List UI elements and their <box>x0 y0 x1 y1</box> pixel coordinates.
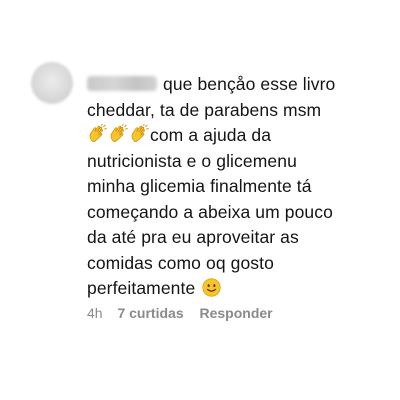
username-blurred[interactable] <box>87 76 157 91</box>
comment-text: que bençåo esse livro cheddar, ta de par… <box>87 72 387 302</box>
comment-line: começando a abeixa um pouco <box>87 201 333 222</box>
smiling-face-icon <box>202 278 221 297</box>
comment-line: comidas como oq gosto <box>87 252 274 273</box>
comment: que bençåo esse livro cheddar, ta de par… <box>0 0 400 400</box>
clapping-hands-icon <box>129 124 150 144</box>
likes-count-link[interactable]: 7 curtidas <box>117 305 183 321</box>
clapping-hands-icon <box>108 124 129 144</box>
reply-button[interactable]: Responder <box>200 305 273 321</box>
comment-line: da até pra eu aproveitar as <box>87 227 299 247</box>
clapping-hands-icon <box>87 124 108 144</box>
comment-line: que bençåo esse livro <box>87 72 387 98</box>
comment-line: nutricionista e o glicemenu <box>87 150 297 171</box>
comment-timestamp: 4h <box>87 305 103 321</box>
comment-line: cheddar, ta de parabens msm <box>87 99 322 120</box>
avatar[interactable] <box>31 62 73 104</box>
comment-line: com a ajuda da <box>87 123 387 149</box>
comment-line: perfeitamente <box>87 276 387 302</box>
comment-line: minha glicemia finalmente tá <box>87 176 312 196</box>
comment-meta: 4h 7 curtidas Responder <box>87 305 273 321</box>
